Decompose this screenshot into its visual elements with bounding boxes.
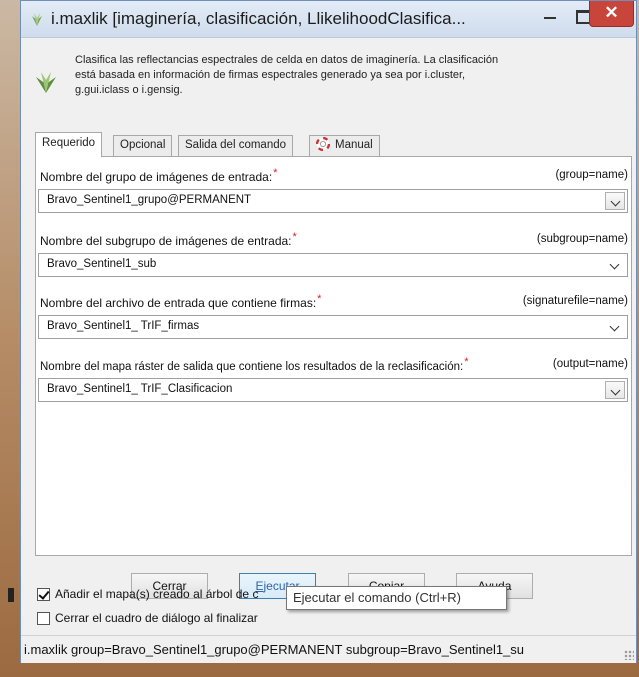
- subgroup-label: Nombre del subgrupo de imágenes de entra…: [40, 231, 297, 248]
- group-param: (group=name): [555, 169, 628, 181]
- dialog-window: i.maxlik [imaginería, clasificación, Lli…: [20, 0, 637, 663]
- chevron-down-icon[interactable]: [605, 381, 625, 399]
- module-description: Clasifica las reflectancias espectrales …: [75, 54, 499, 96]
- subgroup-param: (subgroup=name): [536, 233, 628, 245]
- grass-module-icon: [36, 72, 56, 93]
- lifebuoy-icon: [316, 137, 330, 151]
- tab-requerido[interactable]: Requerido: [35, 132, 103, 157]
- grass-app-icon: [32, 13, 42, 26]
- close-on-finish-option[interactable]: Cerrar el cuadro de diálogo al finalizar: [37, 611, 258, 625]
- background-window-fragment: [8, 588, 14, 602]
- output-combobox[interactable]: Bravo_Sentinel1_ TrIF_Clasificacion: [38, 378, 628, 402]
- add-map-option[interactable]: Añadir el mapa(s) creado al árbol de c: [37, 587, 258, 601]
- group-label: Nombre del grupo de imágenes de entrada:…: [40, 167, 278, 184]
- subgroup-value: Bravo_Sentinel1_sub: [47, 258, 157, 270]
- minimize-button[interactable]: [535, 5, 565, 27]
- tab-manual-label: Manual: [335, 139, 373, 151]
- signaturefile-combobox[interactable]: Bravo_Sentinel1_ TrIF_firmas: [38, 315, 628, 339]
- title-bar[interactable]: i.maxlik [imaginería, clasificación, Lli…: [21, 1, 636, 38]
- output-label: Nombre del mapa ráster de salida que con…: [40, 356, 469, 373]
- resize-grip-icon[interactable]: [624, 650, 634, 660]
- run-tooltip: Ejecutar el comando (Ctrl+R): [286, 586, 507, 610]
- required-panel: Nombre del grupo de imágenes de entrada:…: [35, 156, 632, 556]
- subgroup-combobox[interactable]: Bravo_Sentinel1_sub: [38, 253, 628, 277]
- chevron-down-icon[interactable]: [605, 256, 625, 274]
- tab-manual[interactable]: Manual: [309, 135, 380, 156]
- close-on-finish-label: Cerrar el cuadro de diálogo al finalizar: [55, 611, 258, 625]
- output-param: (output=name): [552, 358, 628, 370]
- add-map-checkbox[interactable]: [37, 588, 50, 601]
- add-map-label: Añadir el mapa(s) creado al árbol de c: [55, 587, 259, 601]
- chevron-down-icon[interactable]: [605, 318, 625, 336]
- window-title: i.maxlik [imaginería, clasificación, Lli…: [51, 9, 466, 28]
- signaturefile-label: Nombre del archivo de entrada que contie…: [40, 293, 322, 310]
- close-on-finish-checkbox[interactable]: [37, 612, 50, 625]
- group-value: Bravo_Sentinel1_grupo@PERMANENT: [47, 194, 252, 206]
- tab-salida-del-comando[interactable]: Salida del comando: [178, 135, 294, 156]
- signaturefile-param: (signaturefile=name): [522, 295, 628, 307]
- signaturefile-value: Bravo_Sentinel1_ TrIF_firmas: [47, 320, 200, 332]
- command-line: i.maxlik group=Bravo_Sentinel1_grupo@PER…: [21, 635, 636, 663]
- group-combobox[interactable]: Bravo_Sentinel1_grupo@PERMANENT: [38, 189, 628, 213]
- close-window-button[interactable]: ✕: [589, 1, 634, 27]
- tab-opcional[interactable]: Opcional: [113, 135, 173, 156]
- output-value: Bravo_Sentinel1_ TrIF_Clasificacion: [47, 383, 233, 395]
- chevron-down-icon[interactable]: [605, 192, 625, 210]
